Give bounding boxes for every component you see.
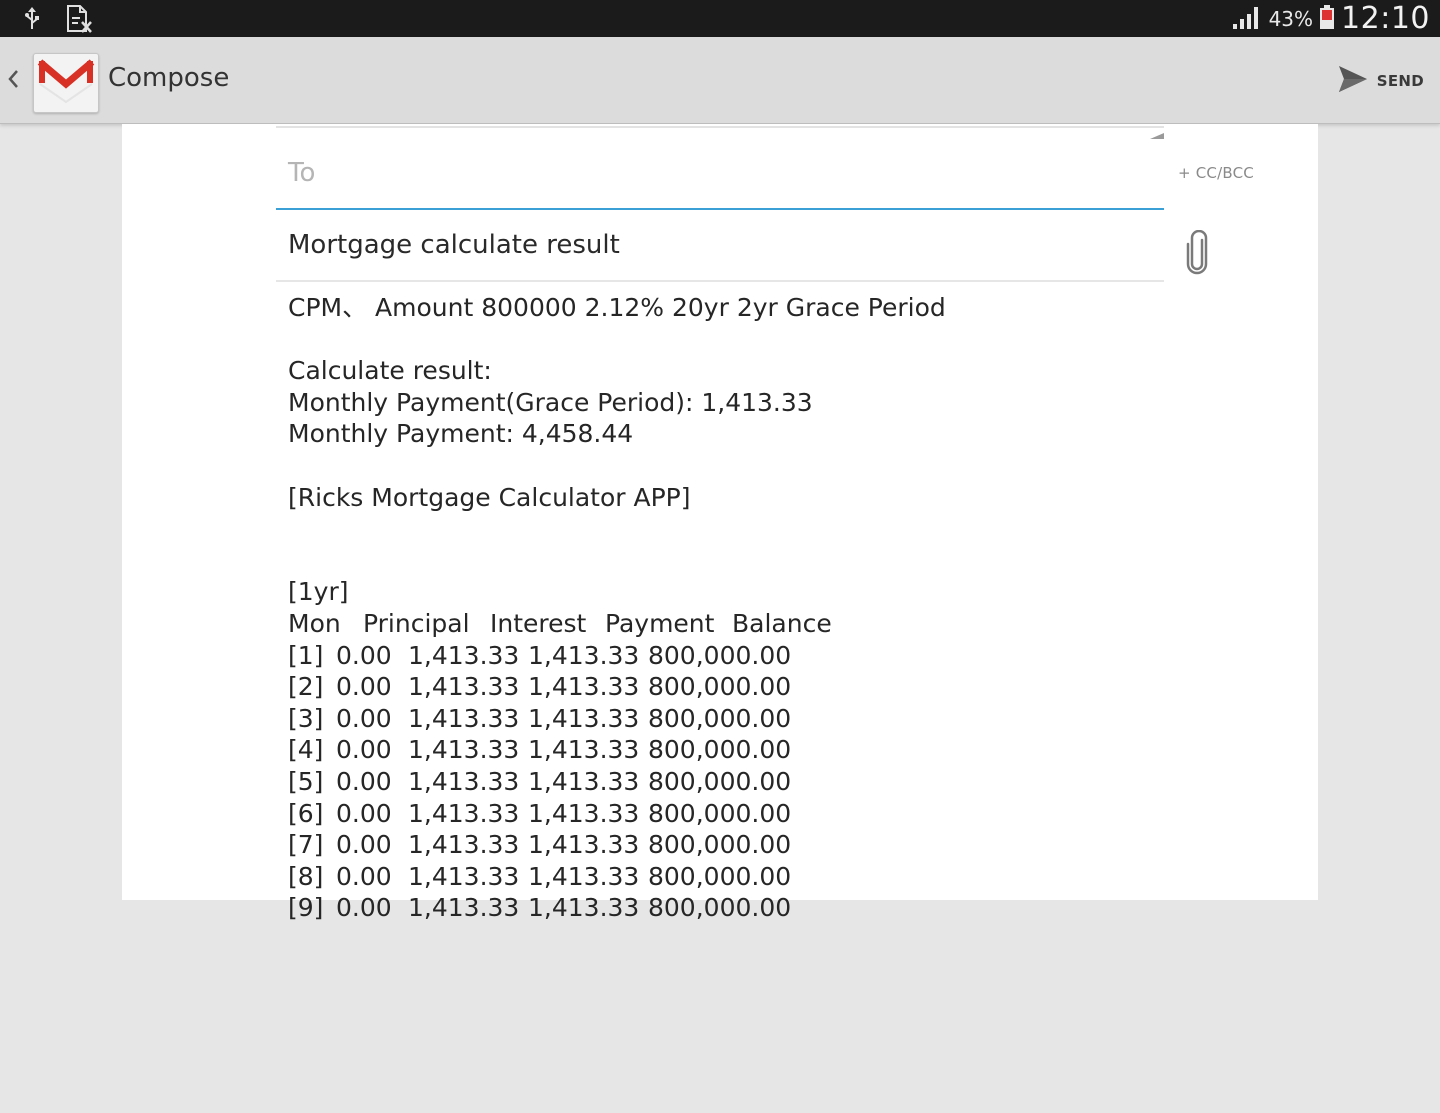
table-row: [3] 0.00 1,413.33 1,413.33 800,000.00 xyxy=(288,703,946,735)
compose-card: To + CC/BCC Mortgage calculate result CP… xyxy=(122,124,1318,922)
summary-line: CPM、 Amount 800000 2.12% 20yr 2yr Grace … xyxy=(288,293,946,322)
header-interest: Interest xyxy=(490,608,587,638)
cell-month: [1] xyxy=(288,640,324,670)
usb-icon xyxy=(22,6,42,36)
cell-principal: 0.00 xyxy=(336,640,392,670)
table-row: [4] 0.00 1,413.33 1,413.33 800,000.00 xyxy=(288,734,946,766)
page-title: Compose xyxy=(108,63,230,93)
cell-month: [2] xyxy=(288,672,324,702)
cell-principal: 0.00 xyxy=(336,893,392,923)
header-payment: Payment xyxy=(605,608,715,638)
to-placeholder: To xyxy=(288,158,316,188)
cell-balance: 800,000.00 xyxy=(648,640,792,670)
cell-payment: 1,413.33 xyxy=(528,672,640,702)
field-corner-icon xyxy=(1146,124,1164,139)
cell-month: [9] xyxy=(288,893,324,923)
cell-principal: 0.00 xyxy=(336,830,392,860)
cell-principal: 0.00 xyxy=(336,798,392,828)
action-bar: Compose SEND xyxy=(0,37,1440,124)
cell-interest: 1,413.33 xyxy=(408,798,520,828)
table-row: [5] 0.00 1,413.33 1,413.33 800,000.00 xyxy=(288,766,946,798)
subject-text: Mortgage calculate result xyxy=(288,230,620,260)
paperclip-icon[interactable] xyxy=(1186,229,1210,276)
cell-balance: 800,000.00 xyxy=(648,893,792,923)
grace-payment-line: Monthly Payment(Grace Period): 1,413.33 xyxy=(288,387,813,417)
table-row: [9] 0.00 1,413.33 1,413.33 800,000.00 xyxy=(288,892,946,924)
cell-month: [3] xyxy=(288,703,324,733)
cell-payment: 1,413.33 xyxy=(528,703,640,733)
cell-payment: 1,413.33 xyxy=(528,861,640,891)
monthly-payment-line: Monthly Payment: 4,458.44 xyxy=(288,419,634,449)
cell-interest: 1,413.33 xyxy=(408,703,520,733)
table-row: [8] 0.00 1,413.33 1,413.33 800,000.00 xyxy=(288,861,946,893)
send-label: SEND xyxy=(1376,72,1424,90)
header-mon: Mon xyxy=(288,608,341,638)
header-balance: Balance xyxy=(732,608,832,638)
cell-balance: 800,000.00 xyxy=(648,672,792,702)
cell-interest: 1,413.33 xyxy=(408,830,520,860)
back-chevron-icon[interactable] xyxy=(6,65,20,93)
cell-balance: 800,000.00 xyxy=(648,766,792,796)
cell-interest: 1,413.33 xyxy=(408,893,520,923)
to-field[interactable]: To xyxy=(276,150,1164,210)
cell-principal: 0.00 xyxy=(336,766,392,796)
cell-interest: 1,413.33 xyxy=(408,861,520,891)
send-button[interactable]: SEND xyxy=(1337,61,1424,101)
table-header: Mon Principal Interest Payment Balance xyxy=(288,608,946,640)
cell-principal: 0.00 xyxy=(336,735,392,765)
result-heading: Calculate result: xyxy=(288,356,492,386)
cell-payment: 1,413.33 xyxy=(528,766,640,796)
cell-month: [4] xyxy=(288,735,324,765)
cell-payment: 1,413.33 xyxy=(528,640,640,670)
status-bar: 43% 12:10 xyxy=(0,0,1440,37)
cell-principal: 0.00 xyxy=(336,861,392,891)
cell-interest: 1,413.33 xyxy=(408,672,520,702)
year-label: [1yr] xyxy=(288,577,349,607)
subject-field[interactable]: Mortgage calculate result xyxy=(276,218,1164,282)
gmail-icon[interactable] xyxy=(33,53,99,113)
cc-bcc-button[interactable]: + CC/BCC xyxy=(1178,164,1254,182)
cell-month: [6] xyxy=(288,798,324,828)
cell-interest: 1,413.33 xyxy=(408,640,520,670)
cell-month: [8] xyxy=(288,861,324,891)
cell-principal: 0.00 xyxy=(336,672,392,702)
message-body[interactable]: CPM、 Amount 800000 2.12% 20yr 2yr Grace … xyxy=(288,292,946,924)
cell-payment: 1,413.33 xyxy=(528,735,640,765)
cell-balance: 800,000.00 xyxy=(648,735,792,765)
cell-balance: 800,000.00 xyxy=(648,830,792,860)
app-signature: [Ricks Mortgage Calculator APP] xyxy=(288,482,691,512)
battery-icon xyxy=(1319,4,1335,34)
divider xyxy=(276,126,1164,128)
table-row: [2] 0.00 1,413.33 1,413.33 800,000.00 xyxy=(288,671,946,703)
send-icon xyxy=(1337,64,1369,98)
cell-balance: 800,000.00 xyxy=(648,703,792,733)
cell-month: [5] xyxy=(288,766,324,796)
battery-percent: 43% xyxy=(1268,6,1314,31)
table-row: [1] 0.00 1,413.33 1,413.33 800,000.00 xyxy=(288,640,946,672)
cell-payment: 1,413.33 xyxy=(528,798,640,828)
cell-principal: 0.00 xyxy=(336,703,392,733)
cell-interest: 1,413.33 xyxy=(408,766,520,796)
table-row: [6] 0.00 1,413.33 1,413.33 800,000.00 xyxy=(288,798,946,830)
cell-month: [7] xyxy=(288,830,324,860)
table-row: [7] 0.00 1,413.33 1,413.33 800,000.00 xyxy=(288,829,946,861)
document-icon xyxy=(64,4,94,38)
signal-icon xyxy=(1231,4,1263,34)
cell-balance: 800,000.00 xyxy=(648,798,792,828)
cell-balance: 800,000.00 xyxy=(648,861,792,891)
cell-payment: 1,413.33 xyxy=(528,830,640,860)
cell-payment: 1,413.33 xyxy=(528,893,640,923)
status-clock: 12:10 xyxy=(1341,1,1430,36)
header-principal: Principal xyxy=(363,608,470,638)
cell-interest: 1,413.33 xyxy=(408,735,520,765)
